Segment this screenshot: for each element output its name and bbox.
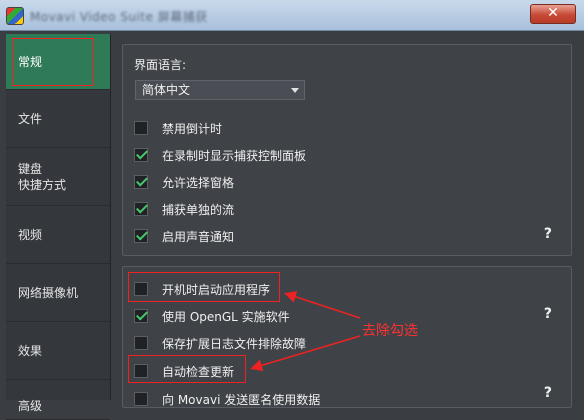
option-label: 启用声音通知 — [162, 229, 235, 244]
language-dropdown[interactable]: 简体中文 — [135, 80, 305, 100]
settings-sidebar: 常规 文件 键盘 快捷方式 视频 网络摄像机 效果 高级 — [6, 34, 111, 420]
option-disable-countdown[interactable]: 禁用倒计时 — [134, 119, 222, 137]
sidebar-item-label: 高级 — [18, 399, 43, 413]
sidebar-item-advanced[interactable]: 高级 — [6, 380, 110, 420]
option-save-extended-log[interactable]: 保存扩展日志文件排除故障 — [134, 334, 306, 352]
sidebar-item-keyboard-shortcuts[interactable]: 键盘 快捷方式 — [6, 148, 110, 206]
checkbox[interactable] — [134, 336, 148, 350]
option-use-opengl[interactable]: 使用 OpenGL 实施软件 — [134, 307, 290, 325]
sidebar-item-label: 效果 — [18, 343, 43, 358]
sidebar-item-label: 键盘 快捷方式 — [18, 161, 67, 192]
sidebar-item-webcam[interactable]: 网络摄像机 — [6, 264, 110, 322]
app-icon — [6, 7, 24, 25]
option-allow-select-pane[interactable]: 允许选择窗格 — [134, 173, 234, 191]
help-icon[interactable]: ? — [544, 226, 552, 242]
option-label: 在录制时显示捕获控制面板 — [162, 148, 307, 163]
option-show-capture-panel[interactable]: 在录制时显示捕获控制面板 — [134, 146, 306, 164]
option-send-usage-data[interactable]: 向 Movavi 发送匿名使用数据 — [134, 390, 320, 408]
window-title: Movavi Video Suite 屏幕捕获 — [30, 10, 208, 24]
sidebar-item-label: 视频 — [18, 227, 43, 242]
sidebar-item-video[interactable]: 视频 — [6, 206, 110, 264]
option-label: 允许选择窗格 — [162, 175, 235, 190]
checkbox[interactable] — [134, 392, 148, 406]
option-label: 使用 OpenGL 实施软件 — [162, 309, 290, 324]
option-label: 保存扩展日志文件排除故障 — [162, 336, 307, 351]
close-button[interactable]: ✕ — [530, 4, 576, 24]
checkbox[interactable] — [134, 202, 148, 216]
checkbox[interactable] — [134, 121, 148, 135]
highlight-box — [12, 38, 94, 86]
sidebar-item-effects[interactable]: 效果 — [6, 322, 110, 380]
checkbox[interactable] — [134, 148, 148, 162]
option-label: 向 Movavi 发送匿名使用数据 — [162, 392, 321, 407]
language-value: 简体中文 — [142, 83, 191, 97]
title-bar: Movavi Video Suite 屏幕捕获 ✕ — [0, 0, 584, 31]
sidebar-item-label: 文件 — [18, 111, 43, 126]
option-label: 捕获单独的流 — [162, 202, 235, 217]
help-icon[interactable]: ? — [544, 306, 552, 322]
annotation-text: 去除勾选 — [362, 323, 418, 339]
help-icon[interactable]: ? — [544, 385, 552, 401]
sidebar-item-files[interactable]: 文件 — [6, 90, 110, 148]
sidebar-item-general[interactable]: 常规 — [6, 34, 110, 90]
sidebar-item-label: 网络摄像机 — [18, 285, 79, 300]
checkbox[interactable] — [134, 175, 148, 189]
highlight-box — [128, 272, 280, 302]
checkbox[interactable] — [134, 229, 148, 243]
option-label: 禁用倒计时 — [162, 121, 223, 136]
highlight-box — [128, 355, 246, 383]
option-sound-notifications[interactable]: 启用声音通知 — [134, 227, 234, 245]
option-capture-separate-streams[interactable]: 捕获单独的流 — [134, 200, 234, 218]
chevron-down-icon — [291, 88, 299, 93]
language-label: 界面语言: — [134, 58, 187, 72]
checkbox[interactable] — [134, 309, 148, 323]
